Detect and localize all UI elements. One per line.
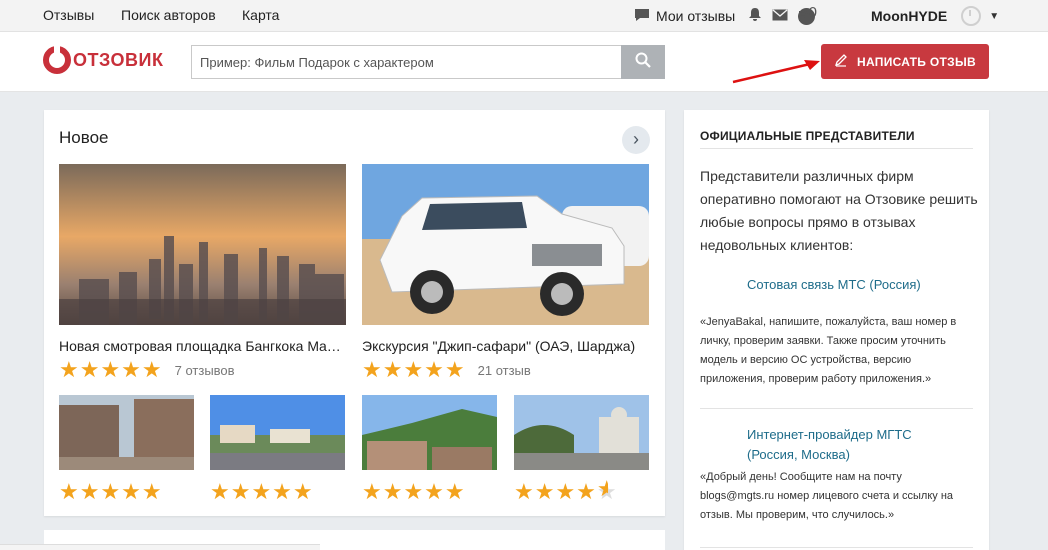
horizontal-scrollbar[interactable] [0,544,320,550]
rating-row: ★★★★★ 7 отзывов [59,357,346,382]
search-input[interactable] [191,45,621,79]
write-review-button[interactable]: НАПИСАТЬ ОТЗЫВ [821,44,989,79]
logo-text: ОТЗОВИК [73,49,164,70]
write-review-label: НАПИСАТЬ ОТЗЫВ [857,54,976,69]
review-count[interactable]: 7 отзывов [175,363,235,378]
thumbnail-item[interactable]: ★★★★★ [362,395,497,504]
nav-link-reviews[interactable]: Отзывы [43,7,94,23]
user-menu[interactable]: MoonHYDE ▼ [871,0,999,32]
representatives-title: ОФИЦИАЛЬНЫЕ ПРЕДСТАВИТЕЛИ [700,129,915,143]
star-rating-icon: ★★★★★ [514,481,618,503]
avatar-icon [961,6,982,26]
search-bar [191,45,665,79]
thumbnail-item[interactable]: ★★★★★ [210,395,345,504]
site-header: ОТЗОВИК НАПИСАТЬ ОТЗЫВ [0,32,1048,92]
nav-link-map[interactable]: Карта [242,7,279,23]
points-icon-letter: P [798,7,809,25]
bell-icon[interactable] [748,7,762,26]
bangkok-city-image[interactable] [59,164,346,325]
hillside-town-image[interactable] [362,395,497,470]
jeep-safari-image[interactable] [362,164,649,325]
rating-row: ★★★★★ [514,481,649,503]
rating-row: ★★★★★ [210,479,345,504]
rating-row: ★★★★★ [362,479,497,504]
featured-item[interactable]: Экскурсия "Джип-сафари" (ОАЭ, Шарджа) ★★… [362,164,649,382]
thumbnail-item[interactable]: ★★★★★ [59,395,194,504]
company-link[interactable]: Интернет-провайдер МГТС (Россия, Москва) [747,425,947,465]
my-reviews-label: Мои отзывы [656,8,736,24]
resort-town-image[interactable] [210,395,345,470]
thumbnail-item[interactable]: ★★★★★ [514,395,649,503]
cathedral-square-image[interactable] [514,395,649,470]
star-rating-icon: ★★★★★ [362,479,466,504]
rating-row: ★★★★★ 21 отзыв [362,357,649,382]
username: MoonHYDE [871,8,948,24]
representative-quote: «Добрый день! Сообщите нам на почту blog… [700,471,954,521]
caret-down-icon: ▼ [989,10,1000,22]
new-reviews-card: Новое › Новая смотровая площадка Бангкок… [44,110,665,516]
logo-ring-icon [43,44,71,74]
featured-title[interactable]: Новая смотровая площадка Бангкока Maha..… [59,338,346,354]
my-reviews-link[interactable]: Мои отзывы [634,0,735,32]
nav-link-find-authors[interactable]: Поиск авторов [121,7,216,23]
chat-icon [634,8,650,25]
user-icons: P0 [748,0,825,32]
divider [700,547,973,548]
rating-row: ★★★★★ [59,479,194,504]
star-rating-icon: ★★★★★ [59,357,163,382]
representatives-intro: Представители различных фирм оперативно … [700,168,978,253]
divider [700,408,973,409]
top-navigation: Отзывы Поиск авторов Карта Мои отзывы P0… [0,0,1048,32]
star-rating-icon: ★★★★★ [362,357,466,382]
featured-item[interactable]: Новая смотровая площадка Бангкока Maha..… [59,164,346,382]
search-icon [635,52,651,73]
official-representatives-card: ОФИЦИАЛЬНЫЕ ПРЕДСТАВИТЕЛИ Представители … [684,110,989,550]
representative-quote: «JenyaBakal, напишите, пожалуйста, ваш н… [700,316,957,385]
envelope-icon[interactable] [772,8,788,25]
old-town-street-image[interactable] [59,395,194,470]
company-link[interactable]: Сотовая связь МТС (Россия) [747,275,921,295]
search-button[interactable] [621,45,665,79]
review-count[interactable]: 21 отзыв [478,363,531,378]
pencil-icon [834,53,848,70]
points-icon[interactable]: P0 [798,4,817,25]
divider [700,148,973,149]
star-rating-icon: ★★★★★ [59,479,163,504]
annotation-arrow [732,60,820,84]
site-logo[interactable]: ОТЗОВИК [43,44,164,74]
star-rating-icon: ★★★★★ [210,479,314,504]
featured-title[interactable]: Экскурсия "Джип-сафари" (ОАЭ, Шарджа) [362,338,649,354]
section-title: Новое [59,128,109,147]
next-arrow-button[interactable]: › [622,126,650,154]
points-count: 0 [808,3,817,21]
